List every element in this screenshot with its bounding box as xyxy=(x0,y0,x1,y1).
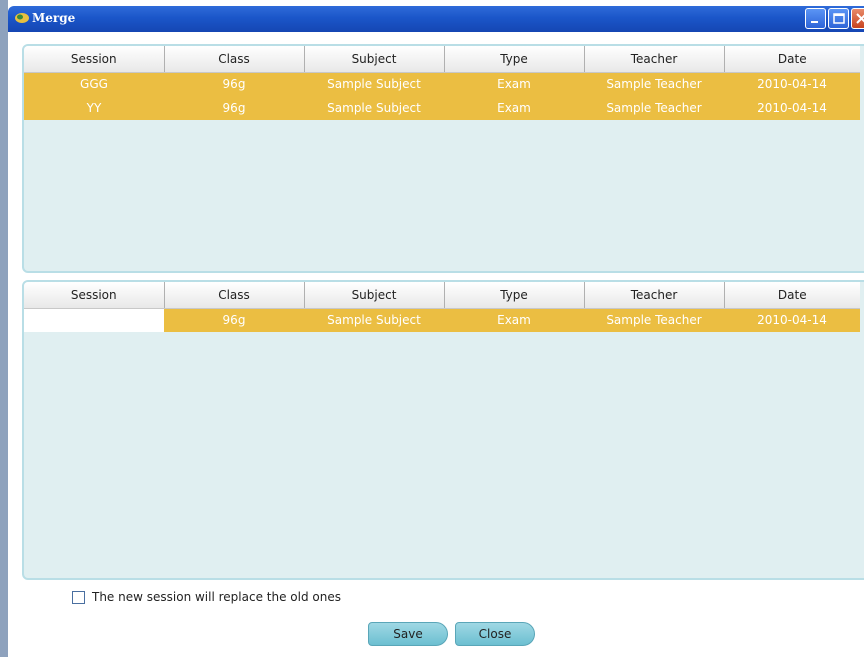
window-controls xyxy=(805,8,864,29)
cell-teacher: Sample Teacher xyxy=(584,308,724,332)
cell-type: Exam xyxy=(444,72,584,96)
cell-session: YY xyxy=(24,96,164,120)
cell-date: 2010-04-14 xyxy=(724,96,860,120)
table-row[interactable]: YY 96g Sample Subject Exam Sample Teache… xyxy=(24,96,860,120)
column-header-class[interactable]: Class xyxy=(164,282,305,309)
cell-date: 2010-04-14 xyxy=(724,308,860,332)
column-header-teacher[interactable]: Teacher xyxy=(584,282,725,309)
column-header-teacher[interactable]: Teacher xyxy=(584,46,725,73)
table-row[interactable]: GGG 96g Sample Subject Exam Sample Teach… xyxy=(24,72,860,96)
close-window-button[interactable] xyxy=(851,8,864,29)
maximize-button[interactable] xyxy=(828,8,849,29)
column-header-date[interactable]: Date xyxy=(724,46,860,73)
cell-session: GGG xyxy=(24,72,164,96)
cell-date: 2010-04-14 xyxy=(724,72,860,96)
cell-type: Exam xyxy=(444,96,584,120)
column-header-type[interactable]: Type xyxy=(444,46,585,73)
column-header-session[interactable]: Session xyxy=(24,46,165,73)
cell-subject: Sample Subject xyxy=(304,96,444,120)
session-name-input-cell[interactable] xyxy=(24,308,164,332)
close-button[interactable]: Close xyxy=(455,622,535,646)
title-bar[interactable]: Merge xyxy=(8,6,864,32)
cell-subject: Sample Subject xyxy=(304,72,444,96)
replace-sessions-checkbox[interactable] xyxy=(72,590,85,604)
close-icon xyxy=(856,13,864,24)
cell-subject: Sample Subject xyxy=(304,308,444,332)
column-header-class[interactable]: Class xyxy=(164,46,305,73)
minimize-button[interactable] xyxy=(805,8,826,29)
maximize-icon xyxy=(833,13,845,24)
merge-window: Merge Session Class Subject Type Teacher… xyxy=(0,0,864,657)
column-header-type[interactable]: Type xyxy=(444,282,585,309)
cell-class: 96g xyxy=(164,96,304,120)
cell-teacher: Sample Teacher xyxy=(584,96,724,120)
cell-type: Exam xyxy=(444,308,584,332)
replace-sessions-option[interactable]: The new session will replace the old one… xyxy=(72,590,341,604)
save-button[interactable]: Save xyxy=(368,622,448,646)
table-header-row: Session Class Subject Type Teacher Date xyxy=(24,282,860,309)
table-header-row: Session Class Subject Type Teacher Date xyxy=(24,46,860,73)
cell-class: 96g xyxy=(164,308,304,332)
column-header-session[interactable]: Session xyxy=(24,282,165,309)
cell-class: 96g xyxy=(164,72,304,96)
source-sessions-table: Session Class Subject Type Teacher Date … xyxy=(24,46,860,120)
minimize-icon xyxy=(811,21,818,23)
column-header-subject[interactable]: Subject xyxy=(304,282,445,309)
column-header-subject[interactable]: Subject xyxy=(304,46,445,73)
table-row[interactable]: 96g Sample Subject Exam Sample Teacher 2… xyxy=(24,308,860,332)
window-title: Merge xyxy=(32,11,76,25)
merged-session-table: Session Class Subject Type Teacher Date … xyxy=(24,282,860,332)
replace-sessions-label: The new session will replace the old one… xyxy=(92,590,341,604)
merged-session-panel: Session Class Subject Type Teacher Date … xyxy=(22,280,864,580)
column-header-date[interactable]: Date xyxy=(724,282,860,309)
app-icon xyxy=(15,13,29,23)
source-sessions-panel: Session Class Subject Type Teacher Date … xyxy=(22,44,864,273)
cell-teacher: Sample Teacher xyxy=(584,72,724,96)
